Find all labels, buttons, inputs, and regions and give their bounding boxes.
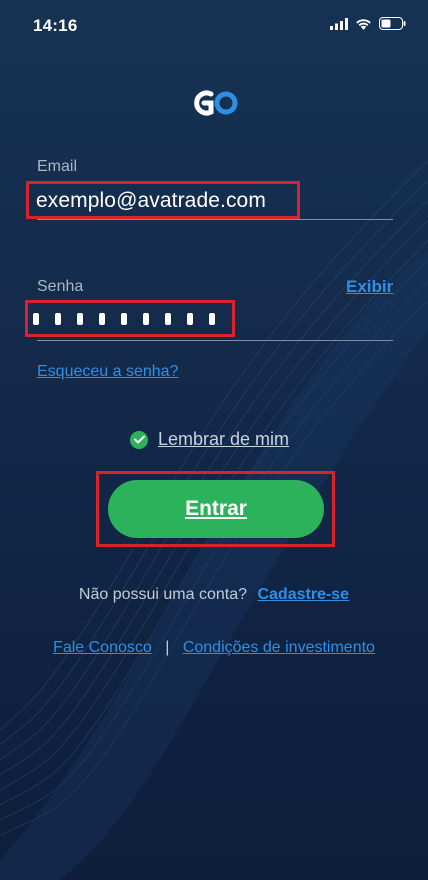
battery-icon [379,17,406,30]
signal-icon [330,17,348,30]
password-label: Senha [37,278,84,295]
wifi-icon [356,18,371,30]
footer-separator: | [165,639,170,656]
email-label: Email [37,158,78,175]
investment-conditions-link[interactable]: Condições de investimento [183,639,375,656]
remember-me-toggle[interactable]: Lembrar de mim [130,429,289,450]
forgot-password-link[interactable]: Esqueceu a senha? [37,363,178,381]
signup-link[interactable]: Cadastre-se [257,586,349,603]
logo-icon [194,90,238,116]
signup-question: Não possui uma conta? [78,586,248,603]
status-bar: 14:16 [0,0,428,48]
signup-row: Não possui uma conta? Cadastre-se [0,586,428,604]
password-underline [37,340,393,341]
system-icons [330,17,406,30]
contact-link[interactable]: Fale Conosco [53,639,152,656]
check-icon [130,430,148,449]
footer-links: Fale Conosco | Condições de investimento [0,639,428,657]
email-underline [37,219,393,220]
login-highlight [96,471,335,547]
email-highlight [26,181,300,219]
status-time: 14:16 [33,16,78,35]
show-password-link[interactable]: Exibir [346,277,393,297]
password-highlight [25,300,235,337]
remember-me-label: Lembrar de mim [158,429,290,449]
